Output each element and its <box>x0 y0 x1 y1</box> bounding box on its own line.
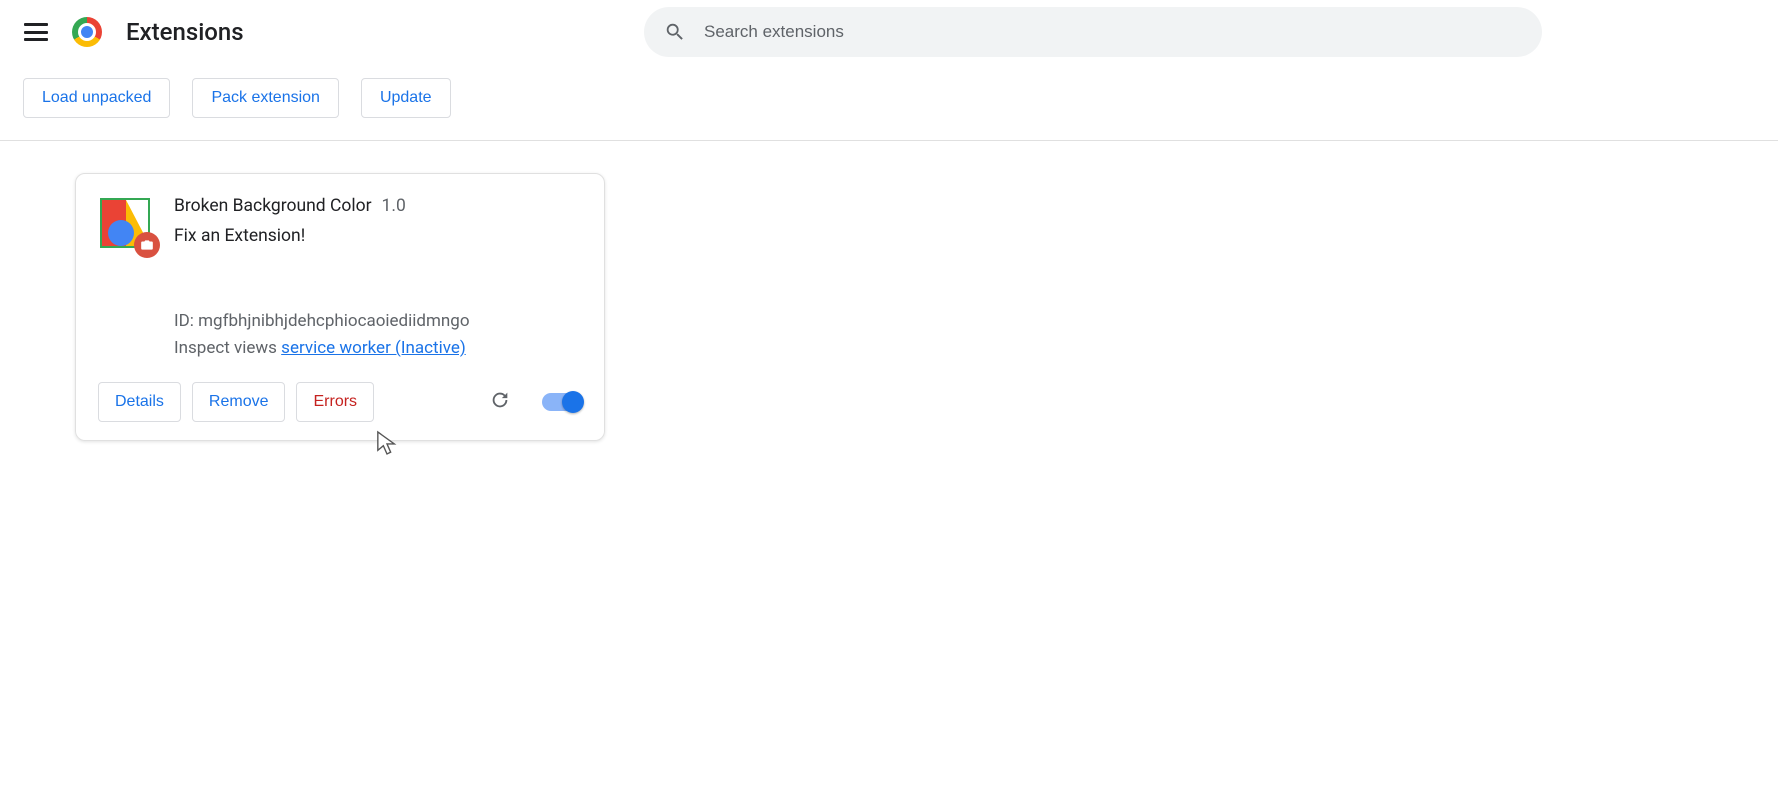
extension-name: Broken Background Color <box>174 196 372 216</box>
page-title: Extensions <box>126 18 244 46</box>
pack-extension-button[interactable]: Pack extension <box>192 78 339 118</box>
extension-id-value: mgfbhjnibhjdehcphiocaoiediidmngo <box>198 311 469 331</box>
cursor-icon <box>376 429 398 457</box>
inspect-views-label: Inspect views <box>174 338 281 358</box>
reload-button[interactable] <box>489 391 511 413</box>
extension-id-label: ID: <box>174 311 198 331</box>
extension-icon <box>100 198 150 248</box>
enable-toggle[interactable] <box>542 393 582 411</box>
extension-description: Fix an Extension! <box>174 226 582 246</box>
errors-button[interactable]: Errors <box>296 382 374 422</box>
extensions-grid: Broken Background Color 1.0 Fix an Exten… <box>0 141 1778 473</box>
extension-card: Broken Background Color 1.0 Fix an Exten… <box>75 173 605 441</box>
load-unpacked-button[interactable]: Load unpacked <box>23 78 170 118</box>
app-header: Extensions <box>0 0 1778 64</box>
service-worker-link[interactable]: service worker (Inactive) <box>281 338 466 358</box>
search-icon <box>664 21 686 43</box>
inspect-views-row: Inspect views service worker (Inactive) <box>174 335 582 362</box>
dev-toolbar: Load unpacked Pack extension Update <box>0 64 1778 141</box>
search-input[interactable] <box>704 22 1522 42</box>
chrome-logo-icon <box>72 17 102 47</box>
camera-badge-icon <box>134 232 160 258</box>
extension-version: 1.0 <box>382 196 406 216</box>
extension-id-row: ID: mgfbhjnibhjdehcphiocaoiediidmngo <box>174 308 582 335</box>
toggle-knob <box>562 391 584 413</box>
remove-button[interactable]: Remove <box>192 382 286 422</box>
details-button[interactable]: Details <box>98 382 181 422</box>
update-button[interactable]: Update <box>361 78 451 118</box>
hamburger-icon <box>24 23 48 41</box>
search-box[interactable] <box>644 7 1542 57</box>
main-menu-button[interactable] <box>16 12 56 52</box>
reload-icon <box>489 389 511 415</box>
